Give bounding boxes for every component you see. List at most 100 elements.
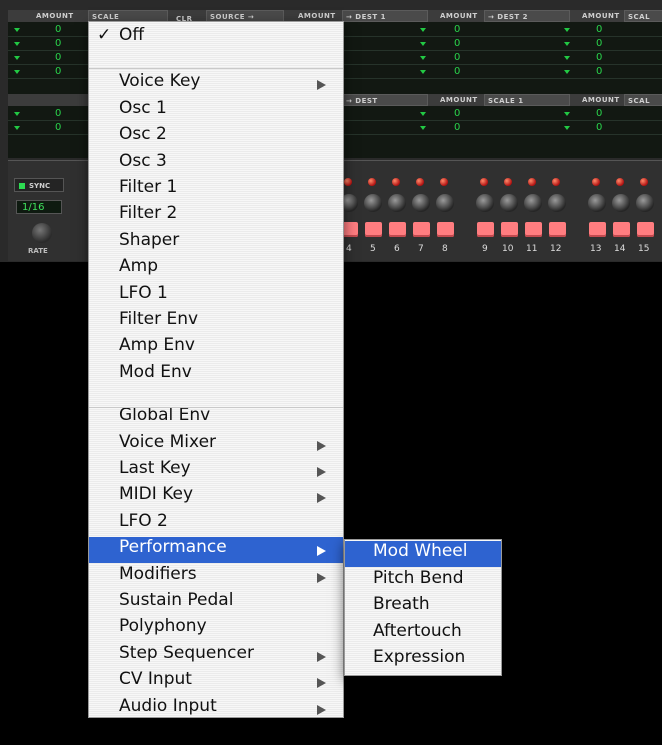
dropdown-arrow-icon[interactable] (420, 112, 426, 116)
dropdown-arrow-icon[interactable] (420, 28, 426, 32)
menu-item-osc-1[interactable]: Osc 1 (89, 98, 343, 124)
step-knob[interactable] (636, 194, 654, 212)
amount-value[interactable]: 0 (596, 52, 602, 64)
menu-item-lfo-1[interactable]: LFO 1 (89, 283, 343, 309)
submenu-item-mod-wheel[interactable]: Mod Wheel (345, 541, 501, 567)
dropdown-arrow-icon[interactable] (564, 70, 570, 74)
dropdown-arrow-icon[interactable] (420, 126, 426, 130)
submenu-item-aftertouch[interactable]: Aftertouch (345, 621, 501, 647)
menu-item-polyphony[interactable]: Polyphony (89, 616, 343, 642)
step-knob[interactable] (588, 194, 606, 212)
step-pad[interactable] (637, 222, 654, 237)
rate-value-field[interactable]: 1/16 (16, 200, 62, 214)
rate-label: RATE (28, 247, 48, 255)
menu-item-amp-env[interactable]: Amp Env (89, 335, 343, 361)
step-pad[interactable] (437, 222, 454, 237)
submenu-item-breath[interactable]: Breath (345, 594, 501, 620)
menu-item-osc-3[interactable]: Osc 3 (89, 151, 343, 177)
performance-submenu[interactable]: Mod Wheel Pitch Bend Breath Aftertouch Expre… (344, 539, 502, 676)
menu-item-global-env[interactable]: Global Env (89, 405, 343, 431)
menu-item-lfo-2[interactable]: LFO 2 (89, 511, 343, 537)
dropdown-arrow-icon[interactable] (14, 56, 20, 60)
step-knob[interactable] (500, 194, 518, 212)
modulation-source-menu[interactable]: ✓ Off Voice Key Osc 1 Osc 2 Osc 3 Filter 1 Filt… (88, 21, 344, 718)
dropdown-arrow-icon[interactable] (564, 28, 570, 32)
step-pad[interactable] (501, 222, 518, 237)
amount-value[interactable]: 0 (596, 24, 602, 36)
dropdown-arrow-icon[interactable] (420, 42, 426, 46)
dropdown-arrow-icon[interactable] (14, 112, 20, 116)
submenu-item-pitch-bend[interactable]: Pitch Bend (345, 568, 501, 594)
menu-item-off[interactable]: ✓ Off (89, 25, 343, 51)
rate-knob[interactable] (32, 223, 52, 243)
amount-value[interactable]: 0 (55, 66, 61, 78)
menu-item-filter-2[interactable]: Filter 2 (89, 203, 343, 229)
menu-item-shaper[interactable]: Shaper (89, 230, 343, 256)
amount-value[interactable]: 0 (55, 38, 61, 50)
step-knob[interactable] (412, 194, 430, 212)
step-knob[interactable] (436, 194, 454, 212)
step-knob[interactable] (476, 194, 494, 212)
menu-item-audio-input[interactable]: Audio Input (89, 696, 343, 722)
menu-item-label: Amp (119, 256, 158, 277)
menu-item-filter-env[interactable]: Filter Env (89, 309, 343, 335)
menu-item-osc-2[interactable]: Osc 2 (89, 124, 343, 150)
header-amount-4: AMOUNT (582, 12, 620, 20)
amount-value[interactable]: 0 (596, 108, 602, 120)
menu-item-last-key[interactable]: Last Key (89, 458, 343, 484)
amount-value[interactable]: 0 (55, 24, 61, 36)
dropdown-arrow-icon[interactable] (420, 56, 426, 60)
dropdown-arrow-icon[interactable] (14, 126, 20, 130)
menu-item-midi-key[interactable]: MIDI Key (89, 484, 343, 510)
menu-item-label: LFO 1 (119, 282, 168, 303)
submenu-item-expression[interactable]: Expression (345, 647, 501, 673)
amount-value[interactable]: 0 (454, 122, 460, 134)
dropdown-arrow-icon[interactable] (14, 70, 20, 74)
amount-value[interactable]: 0 (454, 108, 460, 120)
step-knob[interactable] (612, 194, 630, 212)
amount-value[interactable]: 0 (55, 122, 61, 134)
menu-item-cv-input[interactable]: CV Input (89, 669, 343, 695)
step-pad[interactable] (477, 222, 494, 237)
menu-item-label: Filter 2 (119, 203, 178, 224)
menu-item-filter-1[interactable]: Filter 1 (89, 177, 343, 203)
amount-value[interactable]: 0 (454, 38, 460, 50)
amount-value[interactable]: 0 (596, 38, 602, 50)
menu-item-performance[interactable]: Performance (89, 537, 343, 564)
amount-value[interactable]: 0 (596, 66, 602, 78)
dropdown-arrow-icon[interactable] (564, 112, 570, 116)
step-pad[interactable] (365, 222, 382, 237)
menu-item-mod-env[interactable]: Mod Env (89, 362, 343, 388)
step-pad[interactable] (413, 222, 430, 237)
step-knob[interactable] (364, 194, 382, 212)
dropdown-arrow-icon[interactable] (14, 42, 20, 46)
dropdown-arrow-icon[interactable] (14, 28, 20, 32)
dropdown-arrow-icon[interactable] (564, 56, 570, 60)
step-knob[interactable] (388, 194, 406, 212)
step-pad[interactable] (589, 222, 606, 237)
dropdown-arrow-icon[interactable] (564, 126, 570, 130)
menu-item-step-sequencer[interactable]: Step Sequencer (89, 643, 343, 669)
step-pad[interactable] (549, 222, 566, 237)
menu-item-voice-mixer[interactable]: Voice Mixer (89, 432, 343, 458)
amount-value[interactable]: 0 (454, 24, 460, 36)
amount-value[interactable]: 0 (55, 108, 61, 120)
dropdown-arrow-icon[interactable] (420, 70, 426, 74)
amount-value[interactable]: 0 (454, 66, 460, 78)
dropdown-arrow-icon[interactable] (564, 42, 570, 46)
amount-value[interactable]: 0 (596, 122, 602, 134)
sync-button[interactable]: SYNC (14, 178, 64, 192)
step-pad[interactable] (613, 222, 630, 237)
amount-value[interactable]: 0 (55, 52, 61, 64)
amount-value[interactable]: 0 (454, 52, 460, 64)
menu-item-sustain-pedal[interactable]: Sustain Pedal (89, 590, 343, 616)
submenu-item-label: Pitch Bend (373, 567, 464, 588)
step-knob[interactable] (548, 194, 566, 212)
step-knob[interactable] (524, 194, 542, 212)
menu-item-voice-key[interactable]: Voice Key (89, 71, 343, 97)
menu-item-modifiers[interactable]: Modifiers (89, 564, 343, 590)
submenu-arrow-icon (317, 440, 326, 451)
menu-item-amp[interactable]: Amp (89, 256, 343, 282)
step-pad[interactable] (525, 222, 542, 237)
step-pad[interactable] (389, 222, 406, 237)
